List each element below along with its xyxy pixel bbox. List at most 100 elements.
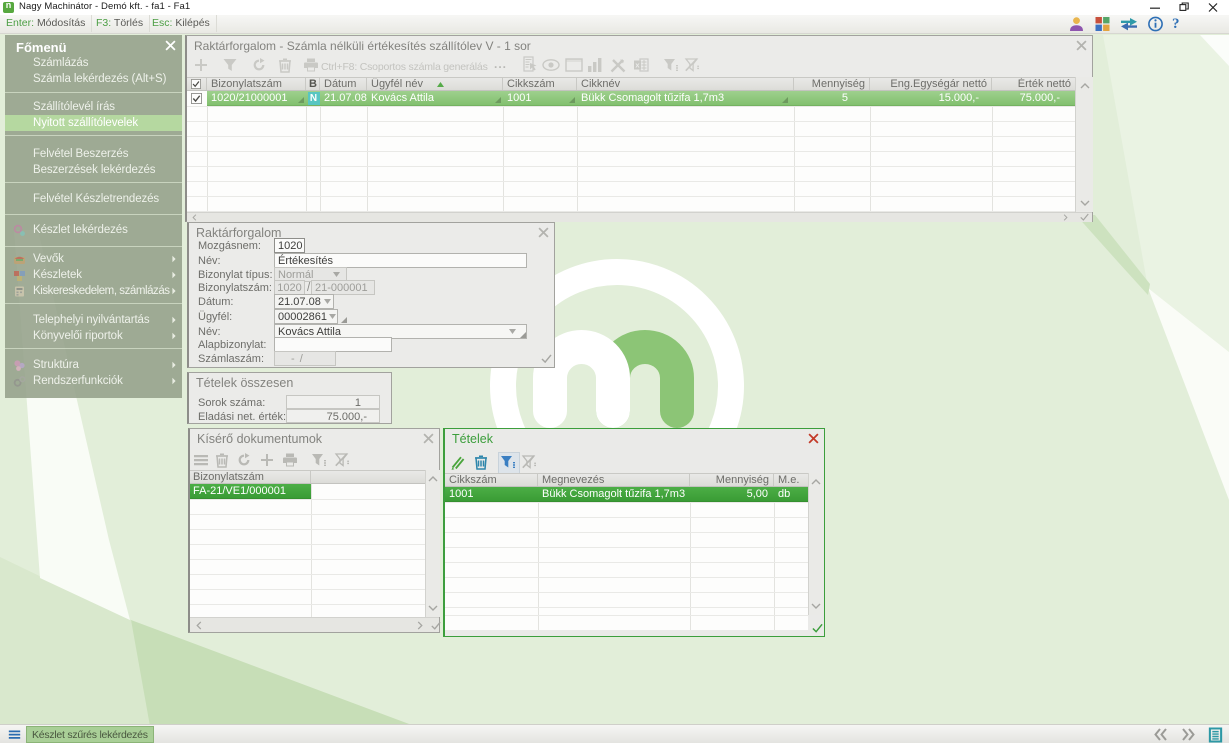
sidebar-item-vevok[interactable]: Vevők: [5, 251, 182, 267]
col-mennyiseg[interactable]: Mennyiség: [690, 474, 774, 486]
doc-action-icon[interactable]: [522, 56, 538, 72]
col-megnevezes[interactable]: Megnevezés: [538, 474, 690, 486]
print-icon[interactable]: [282, 452, 298, 468]
sidebar-item-telephelyi[interactable]: Telephelyi nyilvántartás: [5, 312, 182, 328]
close-button[interactable]: [1199, 0, 1227, 15]
sidebar-item-beszerzesek-lekerdezes[interactable]: Beszerzések lekérdezés: [5, 162, 182, 178]
col-mennyiseg[interactable]: Mennyiség: [794, 78, 870, 90]
scroll-up-icon[interactable]: [428, 476, 438, 482]
transfer-arrows-icon[interactable]: [1119, 16, 1139, 32]
col-me[interactable]: M.e.: [774, 474, 808, 486]
info-icon[interactable]: [1147, 16, 1164, 32]
user-icon[interactable]: [1068, 16, 1085, 32]
chart-icon[interactable]: [587, 57, 603, 73]
scroll-down-icon[interactable]: [811, 603, 821, 609]
menu-item-kilepes[interactable]: Esc: Kilépés: [146, 15, 217, 32]
col-bizonylatszam[interactable]: Bizonylatszám: [190, 471, 311, 483]
col-eng-egysegar[interactable]: Eng.Egységár nettó: [870, 78, 992, 90]
horizontal-scrollbar[interactable]: [187, 212, 1092, 222]
vertical-scrollbar[interactable]: [1075, 77, 1093, 212]
taskbar-report-icon[interactable]: [1208, 727, 1223, 743]
confirm-icon[interactable]: [431, 621, 441, 630]
tetelek-confirm-icon[interactable]: [812, 623, 823, 633]
sidebar-item-felvetel-keszletrendezes[interactable]: Felvétel Készletrendezés: [5, 191, 182, 207]
col-cikkszam[interactable]: Cikkszám: [503, 78, 577, 90]
sidebar-item-szamlazas[interactable]: Számlázás: [5, 55, 182, 71]
vertical-scrollbar[interactable]: [808, 473, 823, 615]
sidebar-item-keszlet-lekerdezes[interactable]: Készlet lekérdezés: [5, 222, 182, 238]
delete-icon[interactable]: [214, 452, 230, 468]
vertical-scrollbar[interactable]: [425, 470, 440, 617]
window-icon[interactable]: [565, 58, 583, 72]
print-icon[interactable]: [303, 57, 319, 73]
sidebar-item-struktura[interactable]: Struktúra: [5, 357, 182, 373]
modules-grid-icon[interactable]: [1094, 16, 1111, 32]
maximize-button[interactable]: [1170, 0, 1198, 15]
minimize-button[interactable]: [1141, 0, 1169, 15]
menu-item-modositas[interactable]: Enter: Módosítás: [0, 15, 92, 32]
excel-export-icon[interactable]: [633, 57, 649, 73]
sidebar-item-konyveloi-riportok[interactable]: Könyvelői riportok: [5, 328, 182, 344]
row-checkbox[interactable]: [191, 93, 202, 104]
select-all-checkbox[interactable]: [191, 79, 201, 89]
horizontal-scrollbar[interactable]: [190, 617, 439, 632]
add-icon[interactable]: [259, 452, 275, 468]
scroll-down-icon[interactable]: [1080, 200, 1090, 206]
szamlaszam-input[interactable]: - /: [274, 351, 336, 366]
refresh-icon[interactable]: [236, 452, 252, 468]
mozgasnem-input[interactable]: 1020: [274, 238, 305, 253]
delete-icon[interactable]: [473, 454, 489, 470]
scroll-up-icon[interactable]: [1080, 83, 1090, 89]
disconnect-icon[interactable]: [610, 57, 626, 73]
filter-icon[interactable]: [222, 57, 238, 73]
nav-next-icon[interactable]: [1180, 727, 1196, 742]
add-icon[interactable]: [193, 57, 209, 73]
filter-apply-icon[interactable]: [311, 452, 327, 468]
scroll-up-icon[interactable]: [811, 479, 821, 485]
main-window-close-icon[interactable]: [1076, 40, 1087, 51]
sidebar-item-szallitolevel-iras[interactable]: Szállítólevél írás: [5, 99, 182, 115]
edit-icon[interactable]: [450, 454, 466, 470]
tetelek-table-row[interactable]: 1001 Bükk Csomagolt tűzifa 1,7m3 5,00 db: [445, 487, 808, 502]
sidebar-item-felvetel-beszerzes[interactable]: Felvétel Beszerzés: [5, 146, 182, 162]
view-icon[interactable]: [542, 59, 560, 71]
nav-prev-icon[interactable]: [1153, 727, 1169, 742]
col-cikkszam[interactable]: Cikkszám: [445, 474, 538, 486]
delete-icon[interactable]: [277, 57, 293, 73]
table-row[interactable]: 1020/21000001 N 21.07.08 Kovács Attila 1…: [207, 91, 1075, 106]
scroll-right-icon[interactable]: [1063, 214, 1068, 221]
col-cikknev[interactable]: Cikknév: [577, 78, 794, 90]
col-empty[interactable]: [311, 471, 425, 483]
sidebar-item-keszletek[interactable]: Készletek: [5, 267, 182, 283]
taskbar-menu-icon[interactable]: [7, 728, 22, 741]
confirm-icon[interactable]: [1080, 213, 1089, 221]
help-icon[interactable]: ?: [1172, 16, 1184, 32]
filter-clear-icon[interactable]: [521, 454, 537, 470]
toolbar-more[interactable]: ...: [494, 57, 507, 71]
kisero-close-icon[interactable]: [423, 433, 434, 444]
scroll-left-icon[interactable]: [196, 621, 202, 630]
taskbar-tab[interactable]: Készlet szűrés lekérdezés: [26, 726, 154, 743]
col-ertek-netto[interactable]: Érték nettó: [992, 78, 1075, 90]
sidebar-item-szamla-lekerdezes[interactable]: Számla lekérdezés (Alt+S): [5, 71, 182, 87]
dialog-confirm-icon[interactable]: [541, 354, 552, 363]
col-ugyfel-nev[interactable]: Ügyfél név: [367, 78, 503, 90]
filter-apply-icon[interactable]: [500, 454, 516, 470]
dialog-close-icon[interactable]: [538, 227, 549, 238]
filter-clear-icon[interactable]: [684, 57, 700, 73]
filter-apply-icon[interactable]: [663, 57, 679, 73]
tetelek-close-icon[interactable]: [808, 433, 819, 444]
refresh-icon[interactable]: [251, 57, 267, 73]
sidebar-item-kiskereskedelem[interactable]: Kiskereskedelem, számlázás: [5, 283, 182, 299]
sidebar-item-rendszerfunkciok[interactable]: Rendszerfunkciók: [5, 373, 182, 389]
sidebar-close-icon[interactable]: [165, 40, 176, 51]
col-datum[interactable]: Dátum: [320, 78, 367, 90]
scroll-down-icon[interactable]: [428, 605, 438, 611]
kisero-table-row[interactable]: FA-21/VE1/000001: [190, 484, 311, 499]
menu-item-torles[interactable]: F3: Törlés: [90, 15, 150, 32]
filter-clear-icon[interactable]: [334, 452, 350, 468]
col-b[interactable]: B: [306, 78, 320, 90]
scroll-left-icon[interactable]: [192, 214, 197, 221]
menu-icon[interactable]: [193, 452, 209, 468]
col-bizonylatszam[interactable]: Bizonylatszám: [207, 78, 306, 90]
